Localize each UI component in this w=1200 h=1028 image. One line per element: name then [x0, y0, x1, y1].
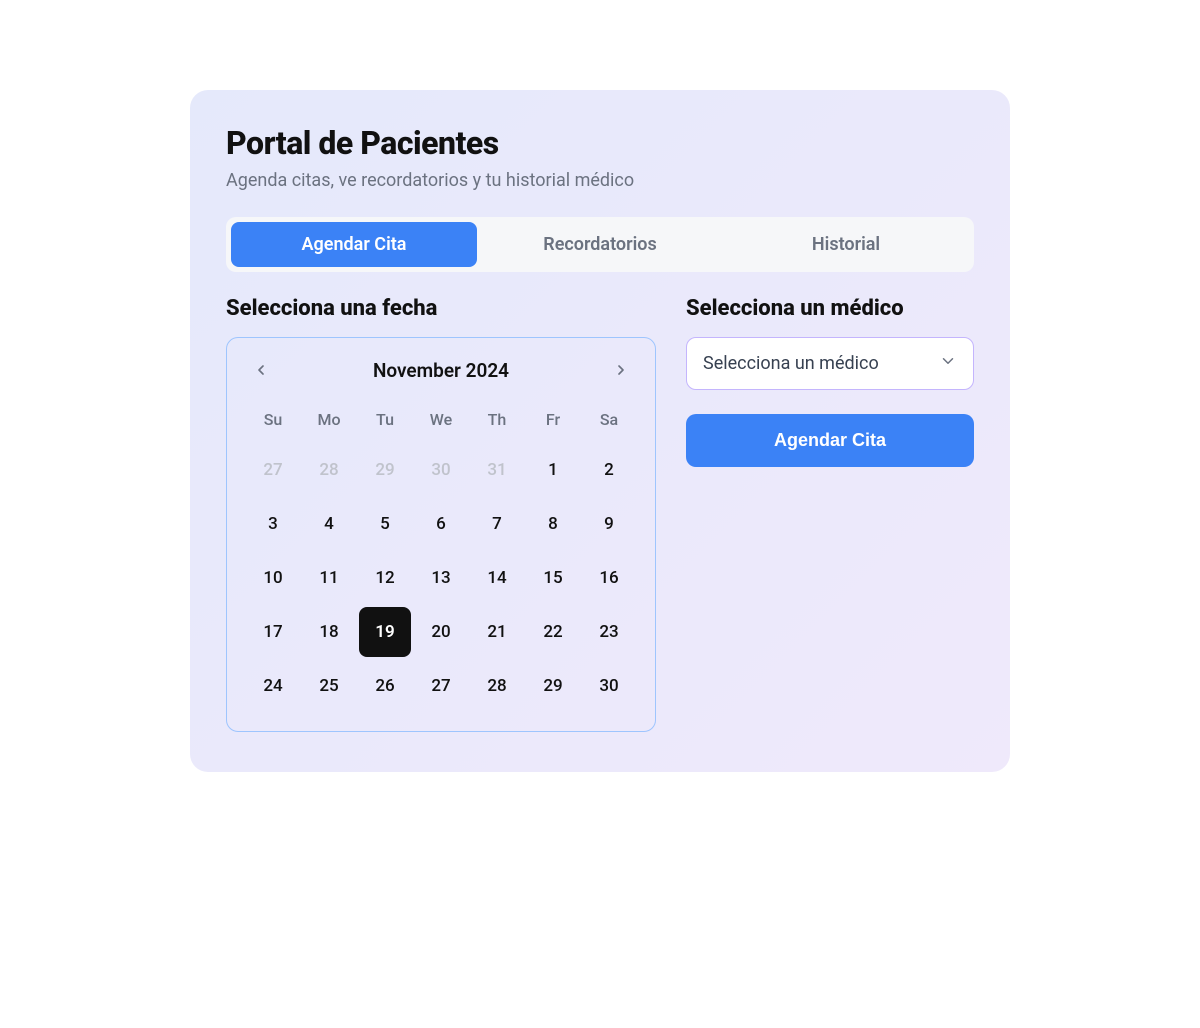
calendar-day[interactable]: 27 — [415, 661, 467, 711]
calendar-day[interactable]: 6 — [415, 499, 467, 549]
chevron-left-icon — [253, 362, 269, 378]
tab-0[interactable]: Agendar Cita — [231, 222, 477, 267]
calendar-day[interactable]: 30 — [415, 445, 467, 495]
page-title: Portal de Pacientes — [226, 124, 974, 162]
page-subtitle: Agenda citas, ve recordatorios y tu hist… — [226, 170, 974, 191]
calendar-day[interactable]: 26 — [359, 661, 411, 711]
calendar-day[interactable]: 12 — [359, 553, 411, 603]
calendar-day[interactable]: 2 — [583, 445, 635, 495]
calendar-day[interactable]: 1 — [527, 445, 579, 495]
calendar-day[interactable]: 25 — [303, 661, 355, 711]
calendar-day[interactable]: 16 — [583, 553, 635, 603]
calendar-day[interactable]: 9 — [583, 499, 635, 549]
calendar-day[interactable]: 20 — [415, 607, 467, 657]
calendar-day[interactable]: 10 — [247, 553, 299, 603]
calendar: November 2024 SuMoTuWeThFrSa272829303112… — [226, 337, 656, 732]
calendar-day[interactable]: 11 — [303, 553, 355, 603]
calendar-day[interactable]: 3 — [247, 499, 299, 549]
schedule-appointment-button[interactable]: Agendar Cita — [686, 414, 974, 467]
calendar-day[interactable]: 4 — [303, 499, 355, 549]
calendar-day[interactable]: 13 — [415, 553, 467, 603]
calendar-day[interactable]: 24 — [247, 661, 299, 711]
calendar-day[interactable]: 29 — [527, 661, 579, 711]
calendar-day[interactable]: 29 — [359, 445, 411, 495]
calendar-day[interactable]: 30 — [583, 661, 635, 711]
calendar-next-button[interactable] — [607, 356, 635, 384]
calendar-prev-button[interactable] — [247, 356, 275, 384]
calendar-header: November 2024 — [247, 356, 635, 384]
calendar-dow: Su — [247, 402, 299, 441]
tab-2[interactable]: Historial — [723, 222, 969, 267]
calendar-day[interactable]: 7 — [471, 499, 523, 549]
chevron-right-icon — [613, 362, 629, 378]
calendar-dow: Tu — [359, 402, 411, 441]
calendar-dow: Fr — [527, 402, 579, 441]
tab-bar: Agendar CitaRecordatoriosHistorial — [226, 217, 974, 272]
calendar-day[interactable]: 17 — [247, 607, 299, 657]
content-row: Selecciona una fecha November 2024 SuMoT… — [226, 296, 974, 732]
calendar-day[interactable]: 5 — [359, 499, 411, 549]
calendar-day[interactable]: 21 — [471, 607, 523, 657]
date-column: Selecciona una fecha November 2024 SuMoT… — [226, 296, 656, 732]
doctor-column: Selecciona un médico Selecciona un médic… — [686, 296, 974, 732]
calendar-day[interactable]: 15 — [527, 553, 579, 603]
calendar-day[interactable]: 22 — [527, 607, 579, 657]
tab-1[interactable]: Recordatorios — [477, 222, 723, 267]
calendar-month-label: November 2024 — [373, 359, 509, 382]
calendar-day[interactable]: 19 — [359, 607, 411, 657]
calendar-day[interactable]: 23 — [583, 607, 635, 657]
calendar-day[interactable]: 28 — [303, 445, 355, 495]
patient-portal-card: Portal de Pacientes Agenda citas, ve rec… — [190, 90, 1010, 772]
calendar-dow: We — [415, 402, 467, 441]
calendar-dow: Mo — [303, 402, 355, 441]
calendar-grid: SuMoTuWeThFrSa27282930311234567891011121… — [247, 402, 635, 711]
calendar-dow: Sa — [583, 402, 635, 441]
calendar-day[interactable]: 27 — [247, 445, 299, 495]
doctor-select[interactable]: Selecciona un médico — [686, 337, 974, 390]
calendar-dow: Th — [471, 402, 523, 441]
date-section-title: Selecciona una fecha — [226, 296, 656, 321]
chevron-down-icon — [939, 352, 957, 375]
calendar-day[interactable]: 28 — [471, 661, 523, 711]
doctor-section-title: Selecciona un médico — [686, 296, 974, 321]
calendar-day[interactable]: 18 — [303, 607, 355, 657]
calendar-day[interactable]: 14 — [471, 553, 523, 603]
calendar-day[interactable]: 8 — [527, 499, 579, 549]
calendar-day[interactable]: 31 — [471, 445, 523, 495]
doctor-select-value: Selecciona un médico — [703, 353, 879, 374]
